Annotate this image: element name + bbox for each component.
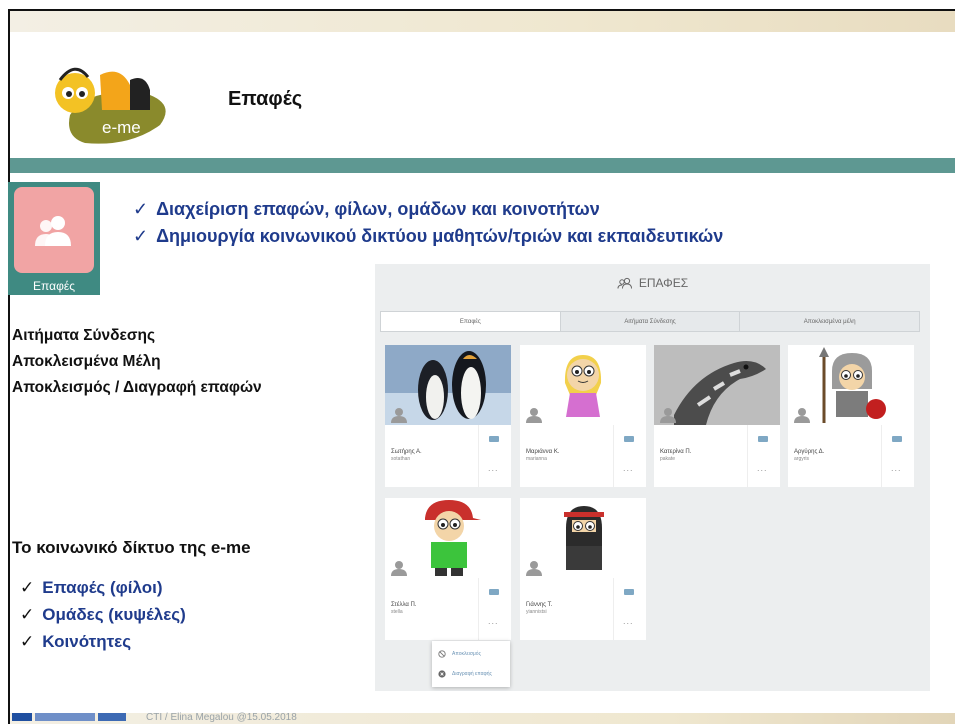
funding-logos (12, 713, 126, 721)
contact-name: Αργύρης Δ. (794, 449, 825, 455)
delete-icon (438, 670, 446, 678)
tab-contacts[interactable]: Επαφές (381, 312, 561, 331)
left-border (8, 10, 10, 724)
feature-list: Αιτήματα Σύνδεσης Αποκλεισμένα Μέλη Αποκ… (12, 323, 262, 401)
accent-bar (10, 158, 955, 173)
contact-card[interactable]: Αργύρης Δ. argyris ... (788, 345, 914, 487)
check-icon: ✓ (20, 578, 35, 597)
contact-card[interactable]: Κατερίνα Π. pakate ... (654, 345, 780, 487)
contacts-app-screenshot: ΕΠΑΦΕΣ Επαφές Αιτήματα Σύνδεσης Αποκλεισ… (375, 264, 930, 691)
bullet-item: ✓ Ομάδες (κυψέλες) (20, 601, 186, 628)
more-options-button[interactable]: ... (757, 463, 768, 473)
contacts-icon (14, 187, 94, 273)
block-icon (438, 650, 446, 658)
avatar-icon (526, 407, 542, 423)
tab-blocked-members[interactable]: Αποκλεισμένα μέλη (740, 312, 919, 331)
contact-context-menu: Αποκλεισμός Διαγραφή επαφής (432, 641, 510, 687)
eu-flag-icon (12, 713, 32, 721)
contacts-app-label: Επαφές (33, 279, 75, 293)
message-icon[interactable] (624, 589, 634, 595)
message-icon[interactable] (758, 436, 768, 442)
more-options-button[interactable]: ... (623, 463, 634, 473)
tab-bar: Επαφές Αιτήματα Σύνδεσης Αποκλεισμένα μέ… (380, 311, 920, 332)
social-network-heading: Το κοινωνικό δίκτυο της e-me (12, 538, 251, 557)
menu-item-delete[interactable]: Διαγραφή επαφής (438, 670, 492, 678)
card-actions: ... (478, 425, 511, 487)
check-icon: ✓ (133, 199, 149, 219)
message-icon[interactable] (489, 589, 499, 595)
bullet-item: ✓ Κοινότητες (20, 628, 186, 655)
contact-card[interactable]: Σωτήρης Α. sotathan ... (385, 345, 511, 487)
contact-card[interactable]: Μαριάννα Κ. marianna ... (520, 345, 646, 487)
contact-name: Κατερίνα Π. (660, 449, 692, 455)
svg-text:e-me: e-me (102, 118, 141, 137)
contact-username: sotathan (391, 456, 411, 462)
card-actions: ... (613, 578, 646, 640)
contact-name: Γιάννης Τ. (526, 602, 553, 608)
contact-name: Στέλλα Π. (391, 602, 417, 608)
app-header-title: ΕΠΑΦΕΣ (638, 276, 689, 290)
espa-logo (98, 713, 126, 721)
footer-credit: CTI / Elina Megalou @15.05.2018 (146, 712, 297, 723)
card-actions: ... (747, 425, 780, 487)
card-actions: ... (613, 425, 646, 487)
top-border (8, 9, 955, 11)
contact-username: marianna (526, 456, 547, 462)
contact-username: pakate (660, 456, 676, 462)
feature-item: Αποκλεισμός / Διαγραφή επαφών (12, 379, 262, 396)
card-actions: ... (478, 578, 511, 640)
feature-item: Αποκλεισμένα Μέλη (12, 353, 161, 370)
avatar-icon (391, 407, 407, 423)
menu-item-block[interactable]: Αποκλεισμός (438, 650, 481, 658)
contact-username: stella (391, 609, 403, 615)
bullet-item: ✓ Διαχείριση επαφών, φίλων, ομάδων και κο… (133, 196, 723, 223)
avatar-icon (794, 407, 810, 423)
contacts-app-icon[interactable]: Επαφές (8, 182, 100, 295)
avatar-icon (391, 560, 407, 576)
message-icon[interactable] (489, 436, 499, 442)
contact-name: Μαριάννα Κ. (526, 449, 560, 455)
avatar-icon (660, 407, 676, 423)
feature-item: Αιτήματα Σύνδεσης (12, 327, 156, 344)
contact-card[interactable]: Γιάννης Τ. yiannistsi ... (520, 498, 646, 640)
avatar-icon (526, 560, 542, 576)
more-options-button[interactable]: ... (488, 463, 499, 473)
contact-username: yiannistsi (526, 609, 547, 615)
people-icon (617, 277, 632, 289)
program-logo (35, 713, 95, 721)
check-icon: ✓ (20, 632, 35, 651)
check-icon: ✓ (133, 226, 149, 246)
slide-title: Επαφές (228, 88, 303, 110)
card-actions: ... (881, 425, 914, 487)
app-header: ΕΠΑΦΕΣ (375, 264, 930, 302)
top-decor-strip (10, 10, 955, 32)
top-bullet-list: ✓ Διαχείριση επαφών, φίλων, ομάδων και κο… (133, 196, 723, 250)
social-bullet-list: ✓ Επαφές (φίλοι) ✓ Ομάδες (κυψέλες) ✓ Κοινό… (20, 574, 186, 655)
contact-username: argyris (794, 456, 810, 462)
slide: e-me Επαφές Επαφές ✓ Διαχείριση επαφών, φ… (0, 0, 955, 724)
contact-card[interactable]: Στέλλα Π. stella ... (385, 498, 511, 640)
bullet-item: ✓ Δημιουργία κοινωνικού δικτύου μαθητών/τ… (133, 223, 723, 250)
tab-connection-requests[interactable]: Αιτήματα Σύνδεσης (561, 312, 741, 331)
check-icon: ✓ (20, 605, 35, 624)
message-icon[interactable] (892, 436, 902, 442)
message-icon[interactable] (624, 436, 634, 442)
e-me-logo: e-me (30, 55, 180, 150)
more-options-button[interactable]: ... (623, 616, 634, 626)
contact-name: Σωτήρης Α. (391, 449, 422, 455)
more-options-button[interactable]: ... (891, 463, 902, 473)
bullet-item: ✓ Επαφές (φίλοι) (20, 574, 186, 601)
more-options-button[interactable]: ... (488, 616, 499, 626)
